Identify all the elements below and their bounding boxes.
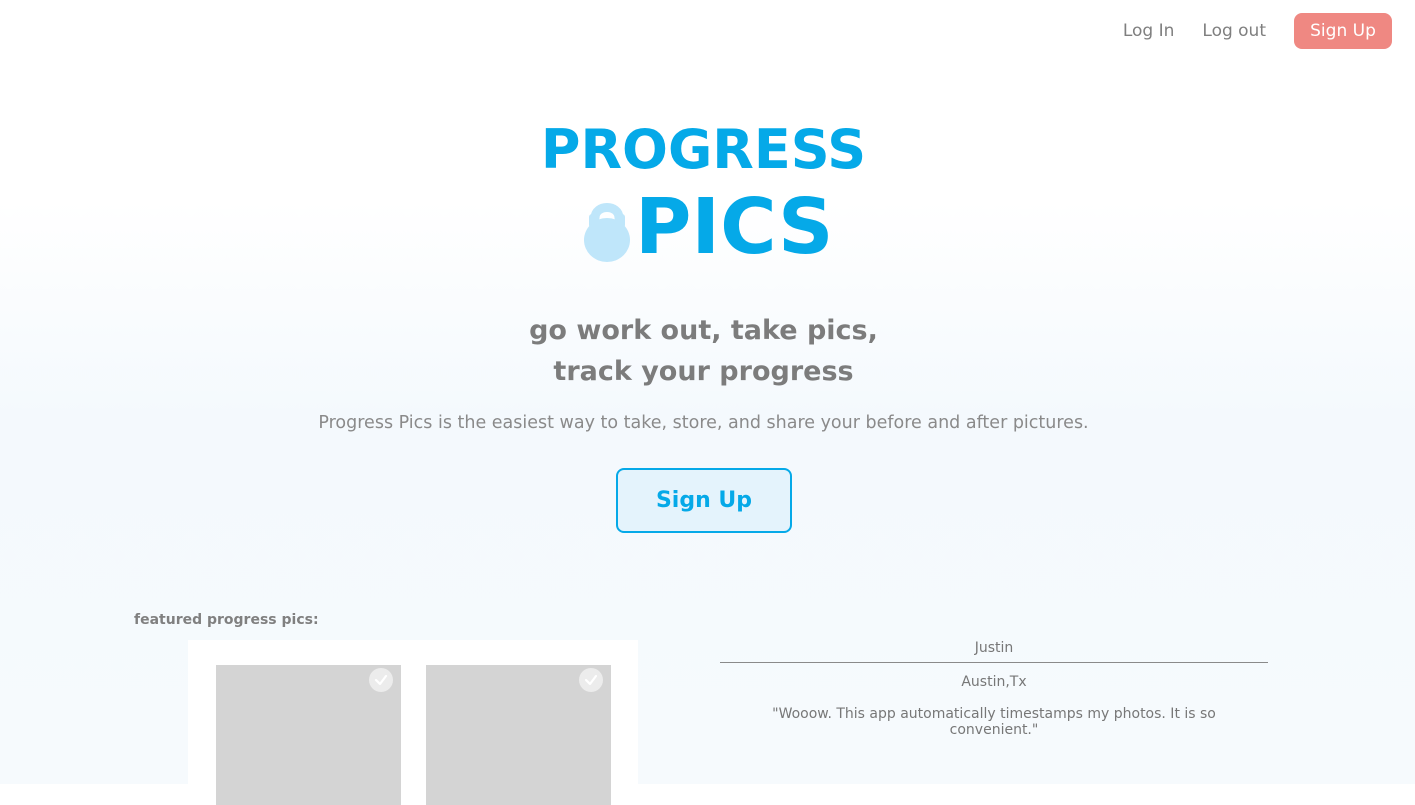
testimonial-location: Austin,Tx [961,674,1027,690]
tagline-line-2: track your progress [553,356,854,387]
testimonial-quote: "Wooow. This app automatically timestamp… [772,706,1216,738]
featured-label: featured progress pics: [134,612,319,628]
top-nav: Log In Log out Sign Up [1123,13,1392,49]
kettlebell-icon [584,203,630,262]
tagline-line-1: go work out, take pics, [529,315,878,346]
logo-progress-text: PROGRESS [540,118,867,181]
tagline: go work out, take pics, track your progr… [0,310,1407,392]
nav-signup-button[interactable]: Sign Up [1294,13,1392,49]
logout-link[interactable]: Log out [1202,21,1266,41]
logo: PICS [583,186,833,270]
featured-photo-after[interactable] [426,665,611,805]
testimonial-divider [720,662,1268,663]
featured-card [188,640,638,805]
check-icon[interactable] [579,668,603,692]
login-link[interactable]: Log In [1123,21,1175,41]
check-icon[interactable] [369,668,393,692]
testimonial-name: Justin [974,640,1014,656]
hero-signup-button[interactable]: Sign Up [616,468,792,533]
logo-pics-text: PICS [635,183,834,272]
featured-photo-before[interactable] [216,665,401,805]
hero-description: Progress Pics is the easiest way to take… [318,413,1089,433]
testimonial: Justin Austin,Tx "Wooow. This app automa… [720,638,1268,738]
